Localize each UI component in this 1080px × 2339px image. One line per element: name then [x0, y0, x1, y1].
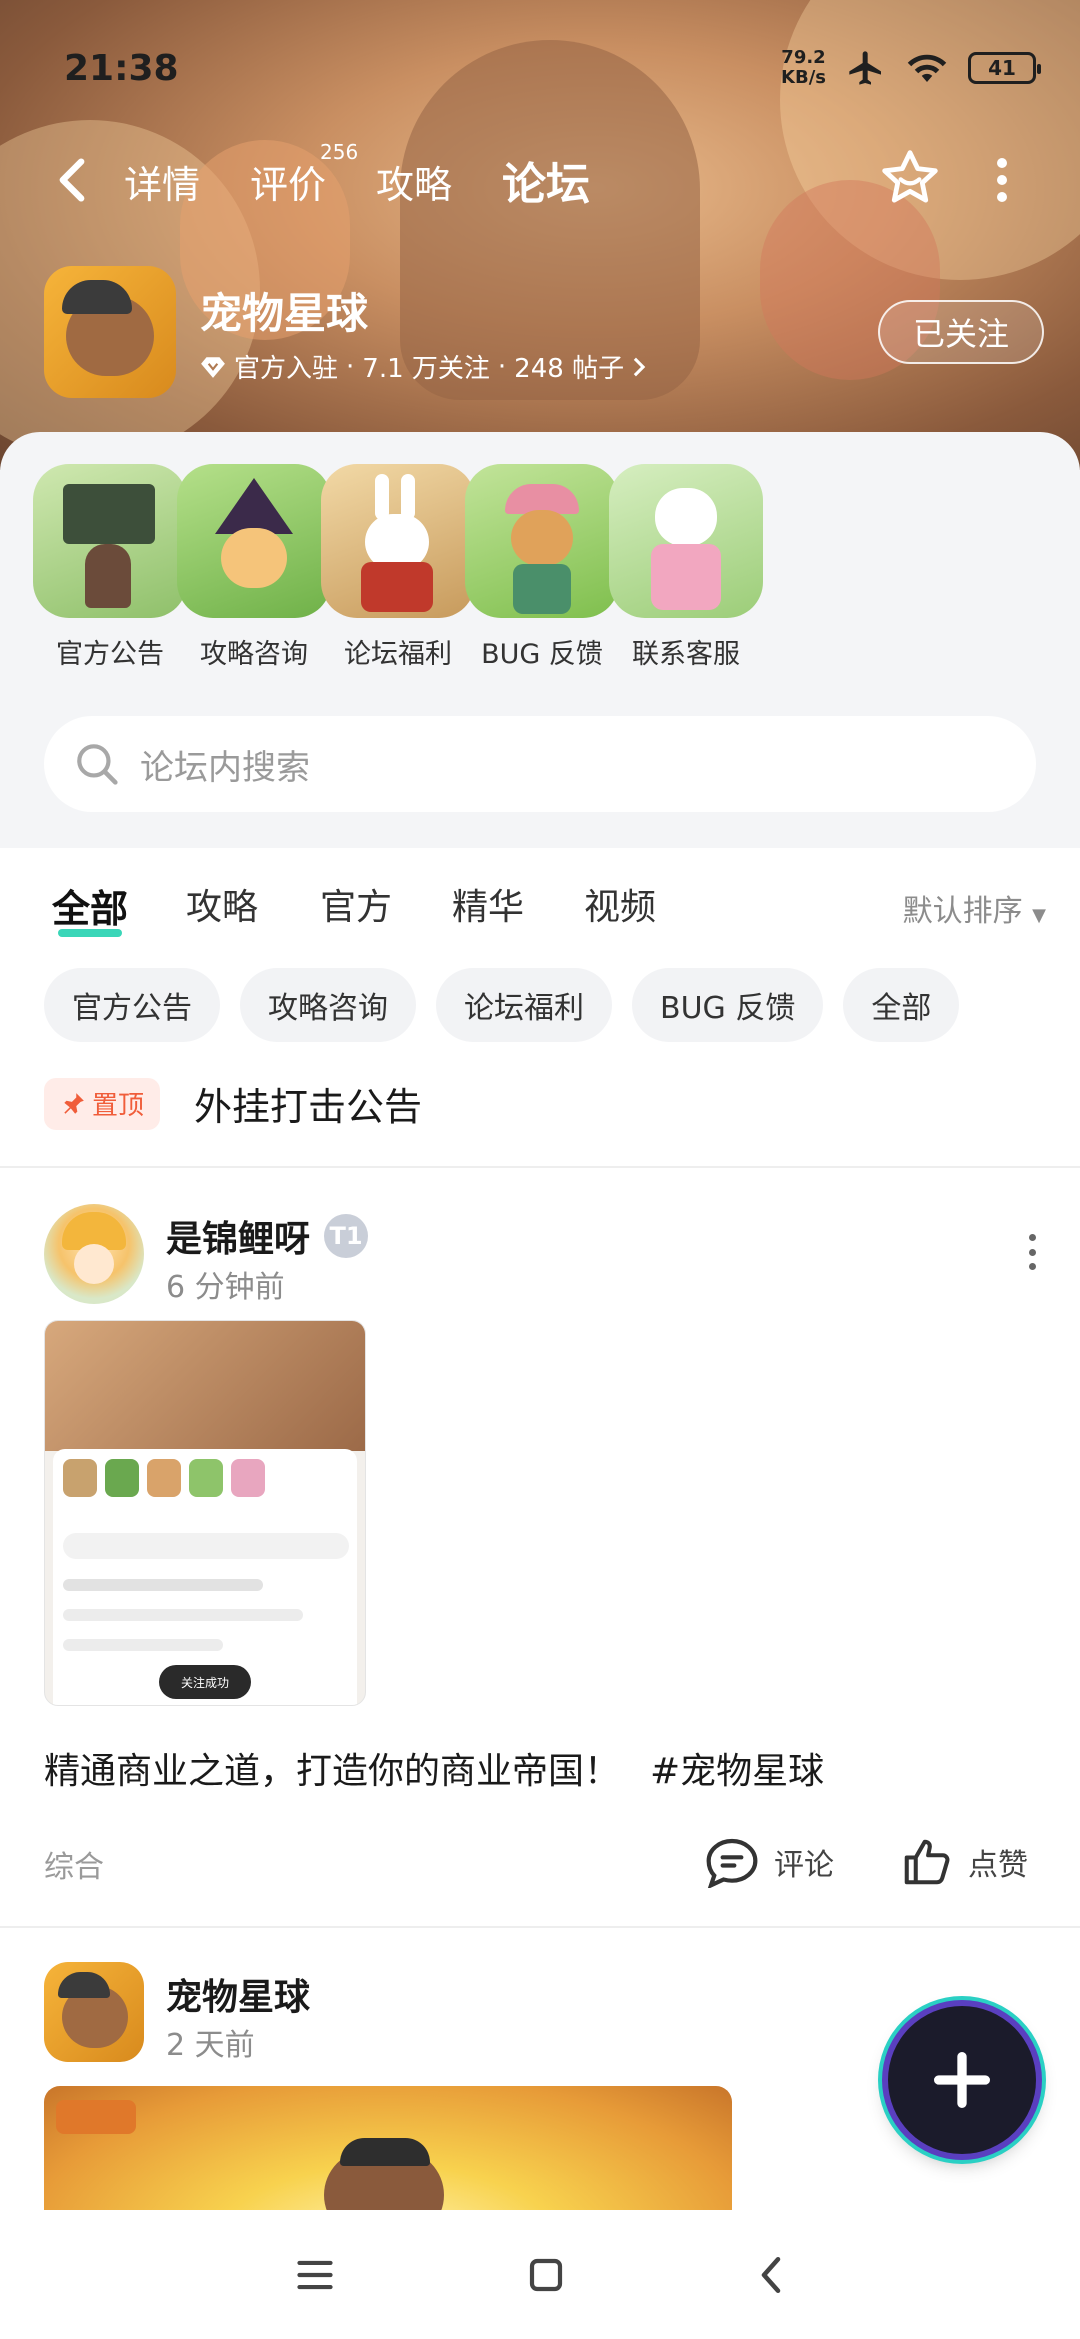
followers-count: 7.1 万关注 — [362, 354, 490, 384]
tab-reviews[interactable]: 评价 — [250, 154, 326, 209]
like-button[interactable]: 点赞 — [900, 1836, 1028, 1888]
user-level-badge: T1 — [324, 1214, 369, 1258]
tab-guides[interactable]: 攻略 — [376, 154, 452, 209]
post-text: 精通商业之道，打造你的商业帝国！ — [44, 1751, 621, 1792]
pinned-badge: 置顶 — [44, 1077, 161, 1130]
top-nav: 详情 评价 256 攻略 论坛 — [0, 140, 1080, 220]
feed-tab-guides[interactable]: 攻略 — [186, 878, 258, 930]
avatar[interactable] — [44, 1204, 144, 1304]
feed-tab-featured[interactable]: 精华 — [452, 878, 524, 930]
pinned-title: 外挂打击公告 — [194, 1085, 423, 1129]
verified-diamond-icon — [201, 356, 225, 378]
like-label: 点赞 — [968, 1848, 1028, 1883]
filter-chips: 官方公告 攻略咨询 论坛福利 BUG 反馈 全部 — [44, 968, 960, 1042]
post-author[interactable]: 宠物星球 — [166, 1968, 310, 2020]
favorite-star-icon[interactable] — [878, 146, 942, 210]
tab-details[interactable]: 详情 — [124, 154, 200, 209]
chip-all[interactable]: 全部 — [843, 968, 960, 1042]
menu-icon[interactable] — [294, 2256, 336, 2294]
back-button[interactable] — [44, 152, 100, 208]
post-content[interactable]: 精通商业之道，打造你的商业帝国！ #宠物星球 — [44, 1742, 824, 1794]
post-actions: 综合 评论 点赞 — [44, 1832, 1036, 1892]
comment-label: 评论 — [774, 1848, 834, 1883]
pinned-post[interactable]: 置顶 外挂打击公告 — [44, 1076, 422, 1131]
official-label: 官方入驻 — [234, 354, 339, 384]
network-speed: 79.2 KB/s — [781, 47, 826, 88]
posts-count: 248 帖子 — [514, 354, 625, 384]
sort-dropdown[interactable]: 默认排序 ▼ — [903, 886, 1046, 930]
plus-icon — [934, 2052, 990, 2108]
feed-tabs: 全部 攻略 官方 精华 视频 默认排序 ▼ — [0, 848, 1080, 958]
category-customer-service[interactable]: 联系客服 — [596, 464, 776, 671]
customer-service-icon — [609, 464, 763, 618]
chevron-right-icon — [633, 357, 646, 376]
battery-indicator: 41 — [968, 52, 1041, 84]
thumbs-up-icon — [904, 1839, 950, 1885]
review-count-badge: 256 — [320, 140, 359, 164]
forum-search-bar[interactable]: 论坛内搜索 — [44, 716, 1036, 812]
comment-icon — [706, 1838, 758, 1888]
search-input[interactable]: 论坛内搜索 — [140, 740, 310, 789]
follow-button[interactable]: 已关注 — [878, 300, 1044, 364]
post-hashtag[interactable]: #宠物星球 — [650, 1751, 824, 1792]
post-image[interactable] — [44, 2086, 732, 2216]
feed-tab-label: 全部 — [52, 887, 129, 931]
search-icon — [77, 744, 118, 785]
post-time: 6 分钟前 — [166, 1270, 285, 1305]
forum-top-card: 官方公告 攻略咨询 论坛福利 BUG 反馈 联系客服 论坛内搜索 — [0, 432, 1080, 848]
game-info: 宠物星球 官方入驻 · 7.1 万关注 · 248 帖子 已关注 — [44, 266, 1044, 406]
tab-forum-label: 论坛 — [502, 159, 590, 210]
status-bar: 21:38 79.2 KB/s 41 — [0, 0, 1080, 140]
divider — [0, 1166, 1080, 1168]
post-author[interactable]: 是锦鲤呀 T1 — [166, 1210, 369, 1262]
post-more-icon[interactable] — [1026, 1234, 1038, 1270]
more-options-icon[interactable] — [990, 158, 1014, 202]
back-arrow-icon — [59, 158, 85, 202]
author-name: 宠物星球 — [166, 1977, 311, 2018]
chip-official-announcements[interactable]: 官方公告 — [44, 968, 220, 1042]
comment-button[interactable]: 评论 — [704, 1836, 834, 1888]
status-time: 21:38 — [64, 48, 179, 89]
pin-icon — [64, 1092, 84, 1114]
game-app-icon — [44, 266, 176, 398]
post-image[interactable]: 关注成功 — [44, 1320, 366, 1706]
avatar[interactable] — [44, 1962, 144, 2062]
caret-down-icon: ▼ — [1032, 905, 1046, 926]
feed-tab-all[interactable]: 全部 — [52, 878, 129, 937]
create-post-button[interactable] — [888, 2006, 1036, 2154]
chip-bug-feedback[interactable]: BUG 反馈 — [632, 968, 824, 1042]
category-shortcuts: 官方公告 攻略咨询 论坛福利 BUG 反馈 联系客服 — [0, 464, 1080, 684]
airplane-icon — [849, 51, 881, 85]
wifi-icon — [907, 54, 947, 82]
divider — [0, 1926, 1080, 1928]
feed-tab-video[interactable]: 视频 — [584, 878, 656, 930]
sort-label: 默认排序 — [902, 894, 1023, 929]
post-card[interactable]: 是锦鲤呀 T1 6 分钟前 关注成功 精通商业之道，打造你的商业帝国！ #宠物星球… — [0, 1204, 1080, 1904]
category-label: 联系客服 — [632, 639, 740, 670]
post-time: 2 天前 — [166, 2028, 255, 2063]
back-icon[interactable] — [756, 2254, 786, 2296]
chip-forum-benefits[interactable]: 论坛福利 — [436, 968, 612, 1042]
author-name: 是锦鲤呀 — [166, 1219, 311, 1260]
game-name: 宠物星球 — [200, 289, 369, 338]
tab-forum[interactable]: 论坛 — [502, 148, 590, 212]
post-category: 综合 — [44, 1850, 104, 1885]
thumb-toast: 关注成功 — [159, 1665, 251, 1699]
game-meta[interactable]: 官方入驻 · 7.1 万关注 · 248 帖子 — [200, 348, 646, 385]
home-icon[interactable] — [525, 2254, 567, 2296]
chip-guide-consult[interactable]: 攻略咨询 — [240, 968, 416, 1042]
feed-tab-official[interactable]: 官方 — [320, 878, 392, 930]
system-nav-bar — [0, 2210, 1080, 2339]
